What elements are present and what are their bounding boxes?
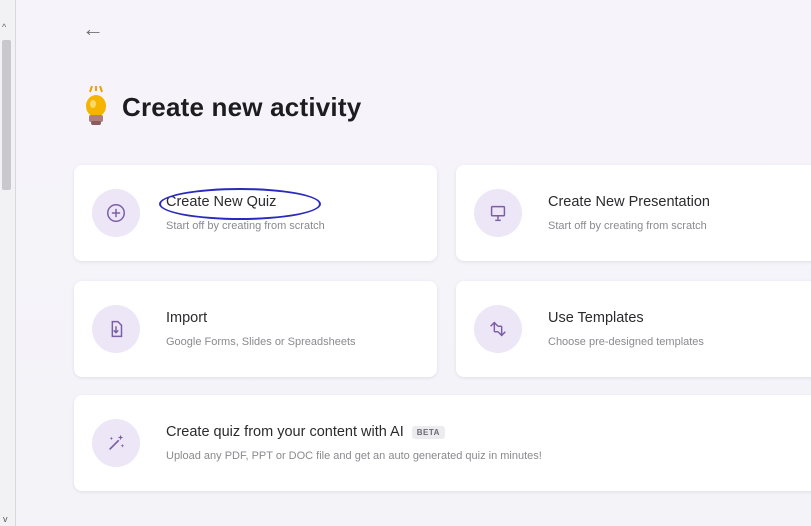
- card-text: Use Templates Choose pre-designed templa…: [548, 310, 704, 348]
- create-activity-panel: ← Create new activity Create New Quiz St…: [16, 0, 811, 526]
- page-title: Create new activity: [122, 91, 362, 122]
- card-description: Start off by creating from scratch: [548, 220, 707, 232]
- card-text: Create New Presentation Start off by cre…: [548, 194, 710, 232]
- magic-wand-icon: [92, 419, 140, 467]
- card-title: Create quiz from your content with AI BET…: [166, 424, 542, 440]
- card-text: Create New Quiz Start off by creating fr…: [159, 188, 325, 232]
- back-arrow-icon[interactable]: ←: [82, 18, 104, 40]
- card-title: Use Templates: [548, 310, 644, 326]
- lightbulb-icon: [86, 86, 106, 125]
- import-card[interactable]: Import Google Forms, Slides or Spreadshe…: [74, 281, 437, 377]
- left-scroll-strip[interactable]: ^ v: [0, 0, 16, 526]
- plus-circle-icon: [92, 189, 140, 237]
- card-description: Upload any PDF, PPT or DOC file and get …: [166, 450, 542, 462]
- page-header: Create new activity: [78, 86, 361, 128]
- card-text: Create quiz from your content with AI BET…: [166, 424, 542, 462]
- scroll-up-icon[interactable]: ^: [2, 22, 6, 32]
- scroll-down-icon[interactable]: v: [3, 514, 8, 524]
- create-quiz-with-ai-card[interactable]: Create quiz from your content with AI BET…: [74, 395, 811, 491]
- card-text: Import Google Forms, Slides or Spreadshe…: [166, 310, 356, 348]
- beta-badge: BETA: [411, 425, 445, 439]
- scrollbar-thumb[interactable]: [2, 40, 11, 190]
- card-title: Create New Quiz: [159, 188, 325, 220]
- swap-arrows-icon: [474, 305, 522, 353]
- card-title: Import: [166, 310, 208, 326]
- card-description: Google Forms, Slides or Spreadsheets: [166, 336, 356, 348]
- card-description: Start off by creating from scratch: [166, 220, 325, 232]
- card-title: Create New Presentation: [548, 194, 710, 210]
- create-new-quiz-card[interactable]: Create New Quiz Start off by creating fr…: [74, 165, 437, 261]
- card-description: Choose pre-designed templates: [548, 336, 704, 348]
- create-new-presentation-card[interactable]: Create New Presentation Start off by cre…: [456, 165, 811, 261]
- use-templates-card[interactable]: Use Templates Choose pre-designed templa…: [456, 281, 811, 377]
- presentation-icon: [474, 189, 522, 237]
- import-document-icon: [92, 305, 140, 353]
